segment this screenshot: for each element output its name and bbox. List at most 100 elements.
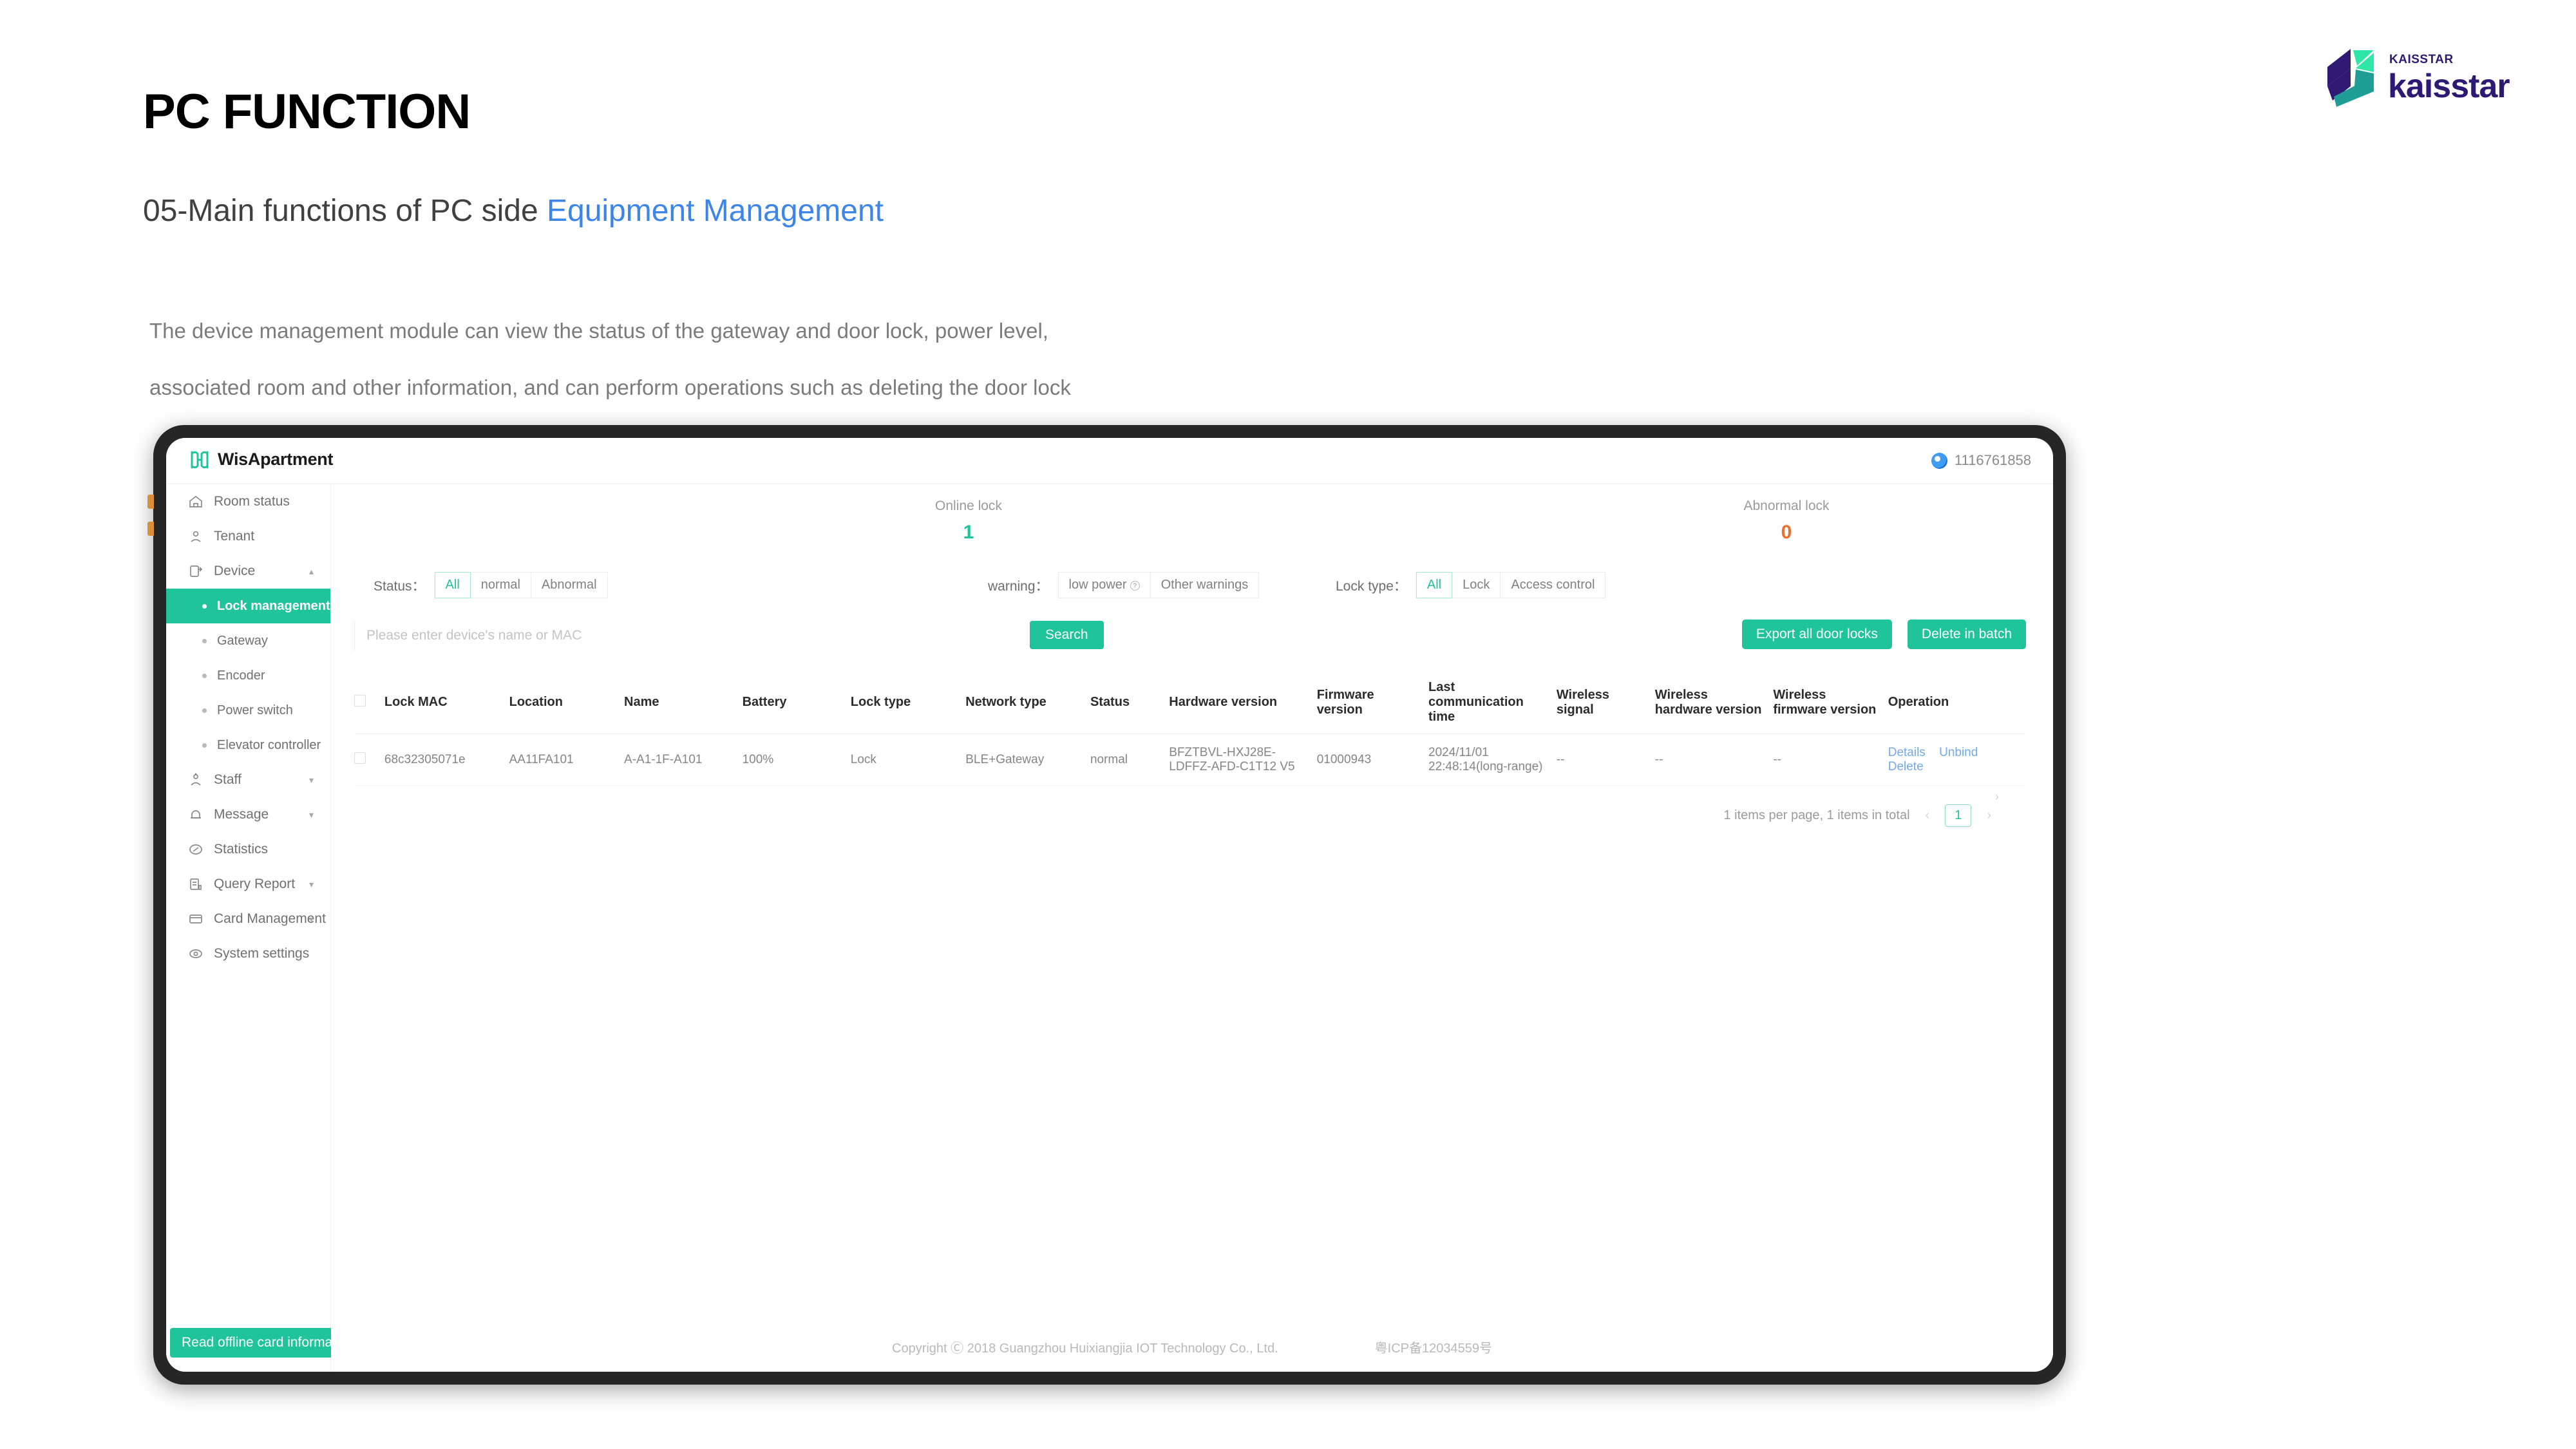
delete-link[interactable]: Delete [1888, 760, 1924, 773]
status-badge: normal [1090, 734, 1170, 786]
sidebar-item-staff[interactable]: Staff ▾ [166, 762, 330, 797]
kaisstar-logo: KAISSTAR kaisstar [2318, 46, 2510, 117]
filter-status-option-normal[interactable]: normal [470, 572, 531, 598]
pagination-page-1[interactable]: 1 [1945, 804, 1972, 827]
table-header-location[interactable]: Location [509, 671, 625, 734]
filter-lock-type-option-all[interactable]: All [1416, 572, 1453, 598]
details-link[interactable]: Details [1888, 746, 1926, 759]
tablet-power-button[interactable] [147, 522, 154, 536]
select-all-checkbox[interactable] [354, 694, 366, 706]
slide-description-line-2: associated room and other information, a… [149, 375, 1071, 399]
search-input[interactable] [354, 621, 760, 650]
cell-name: A-A1-1F-A101 [624, 734, 743, 786]
filter-warning-label: warning： [988, 578, 1049, 594]
delete-in-batch-button[interactable]: Delete in batch [1907, 620, 2026, 649]
wisapartment-logo-icon [191, 451, 209, 468]
horizontal-scroll-indicator[interactable]: › [1995, 790, 1999, 804]
sidebar-item-lock-management[interactable]: Lock management [166, 589, 330, 623]
unbind-link[interactable]: Unbind [1939, 746, 1978, 759]
table-header-lock-mac[interactable]: Lock MAC [384, 671, 509, 734]
chevron-down-icon: ▾ [308, 878, 314, 889]
table-header-operation: Operation [1888, 671, 2026, 734]
cell-lock-mac: 68c32305071e [384, 734, 509, 786]
sidebar-item-power-switch[interactable]: Power switch [166, 693, 330, 728]
table-header-battery[interactable]: Battery [742, 671, 851, 734]
table-header-hardware-version[interactable]: Hardware version [1169, 671, 1317, 734]
filter-lock-type-option-lock[interactable]: Lock [1452, 572, 1501, 598]
sidebar: Room status Tenant Device ▴ Lock managem… [166, 484, 366, 1372]
table-header-last-communication-time[interactable]: Last communication time [1428, 671, 1557, 734]
stats-bar: Online lock 1 Abnormal lock 0 [331, 484, 2053, 555]
pagination-summary: 1 items per page, 1 items in total [1723, 808, 1910, 822]
avatar [1931, 452, 1947, 469]
help-icon[interactable]: ? [1130, 581, 1140, 591]
cell-last-communication-time: 2024/11/01 22:48:14(long-range) [1428, 734, 1557, 786]
sidebar-item-card-management[interactable]: Card Management ▾ [166, 902, 330, 936]
cell-location: AA11FA101 [509, 734, 625, 786]
filter-lock-type-option-access-control[interactable]: Access control [1501, 572, 1606, 598]
filter-warning-options: low power? Other warnings [1057, 572, 1260, 598]
main-content: Online lock 1 Abnormal lock 0 Status： Al… [331, 484, 2053, 1372]
table-header-firmware-version[interactable]: Firmware version [1316, 671, 1429, 734]
stat-label: Abnormal lock [1743, 498, 1830, 513]
chevron-down-icon: ▾ [308, 774, 314, 785]
logo-text-small: KAISSTAR [2389, 53, 2454, 66]
filter-warning-option-low-power[interactable]: low power? [1057, 572, 1151, 598]
tablet-volume-button[interactable] [147, 495, 154, 509]
table-header-wireless-firmware-version[interactable]: Wireless firmware version [1773, 671, 1888, 734]
stat-value: 1 [963, 522, 974, 543]
user-account[interactable]: 1116761858 [1931, 452, 2031, 469]
cell-firmware-version: 01000943 [1316, 734, 1429, 786]
filter-warning-option-other[interactable]: Other warnings [1150, 572, 1260, 598]
app-brand[interactable]: WisApartment [189, 450, 333, 469]
footer-copyright: Copyright Ⓒ 2018 Guangzhou Huixiangjia I… [892, 1341, 1278, 1356]
filter-warning: warning： low power? Other warnings [988, 572, 1260, 598]
row-select-cell [354, 734, 384, 786]
export-all-door-locks-button[interactable]: Export all door locks [1741, 620, 1892, 649]
slide-subtitle-plain: 05-Main functions of PC side [143, 194, 547, 228]
sidebar-item-message[interactable]: Message ▾ [166, 797, 330, 832]
sidebar-item-statistics[interactable]: Statistics [166, 832, 330, 867]
sidebar-item-label: Message [214, 807, 269, 822]
table-header-wireless-signal[interactable]: Wireless signal [1556, 671, 1655, 734]
cell-wireless-firmware-version: -- [1773, 734, 1888, 786]
sidebar-item-elevator-controller[interactable]: Elevator controller [166, 728, 330, 762]
bullet-icon [202, 743, 207, 748]
stat-value: 0 [1781, 522, 1792, 543]
cell-operation: Details Unbind Delete [1888, 734, 2026, 786]
filter-status-option-all[interactable]: All [434, 572, 471, 598]
slide-subtitle-accent: Equipment Management [546, 194, 884, 228]
card-icon [189, 914, 202, 923]
sidebar-item-query-report[interactable]: Query Report ▾ [166, 867, 330, 902]
app-brand-name: WisApartment [218, 450, 334, 469]
sidebar-item-device[interactable]: Device ▴ [166, 554, 330, 589]
table-header-network-type[interactable]: Network type [965, 671, 1090, 734]
filter-bar: Status： All normal Abnormal warning： low… [331, 555, 2053, 612]
search-button[interactable]: Search [1030, 621, 1104, 649]
row-checkbox[interactable] [354, 752, 366, 764]
pagination-next-button[interactable]: › [1980, 808, 1998, 823]
sidebar-item-label: Device [214, 564, 256, 578]
filter-lock-type: Lock type： All Lock Access control [1336, 572, 1606, 598]
filter-status-option-abnormal[interactable]: Abnormal [531, 572, 608, 598]
search-bar: Search Export all door locks Delete in b… [331, 612, 2053, 661]
pagination-prev-button[interactable]: ‹ [1919, 808, 1937, 823]
table-header-name[interactable]: Name [624, 671, 743, 734]
staff-icon [191, 773, 201, 786]
report-icon [190, 878, 202, 890]
slide-description: The device management module can view th… [149, 303, 1071, 416]
sidebar-item-label: Elevator controller [217, 737, 321, 752]
sidebar-item-room-status[interactable]: Room status [166, 484, 330, 519]
stat-online-lock: Online lock 1 [885, 484, 1052, 544]
sidebar-item-gateway[interactable]: Gateway [166, 623, 330, 658]
table-row[interactable]: 68c32305071e AA11FA101 A-A1-1F-A101 100%… [354, 734, 2026, 786]
table-header-status[interactable]: Status [1090, 671, 1170, 734]
table-header-lock-type[interactable]: Lock type [850, 671, 966, 734]
table-action-buttons: Export all door locks Delete in batch [1741, 620, 2026, 649]
table-header-wireless-hardware-version[interactable]: Wireless hardware version [1654, 671, 1774, 734]
sidebar-item-label: Lock management [217, 598, 330, 613]
sidebar-item-encoder[interactable]: Encoder [166, 658, 330, 693]
tablet-device-frame: WisApartment 1116761858 Room status Tena… [147, 425, 2066, 1385]
sidebar-item-tenant[interactable]: Tenant [166, 519, 330, 554]
sidebar-item-system-settings[interactable]: System settings [166, 936, 330, 971]
